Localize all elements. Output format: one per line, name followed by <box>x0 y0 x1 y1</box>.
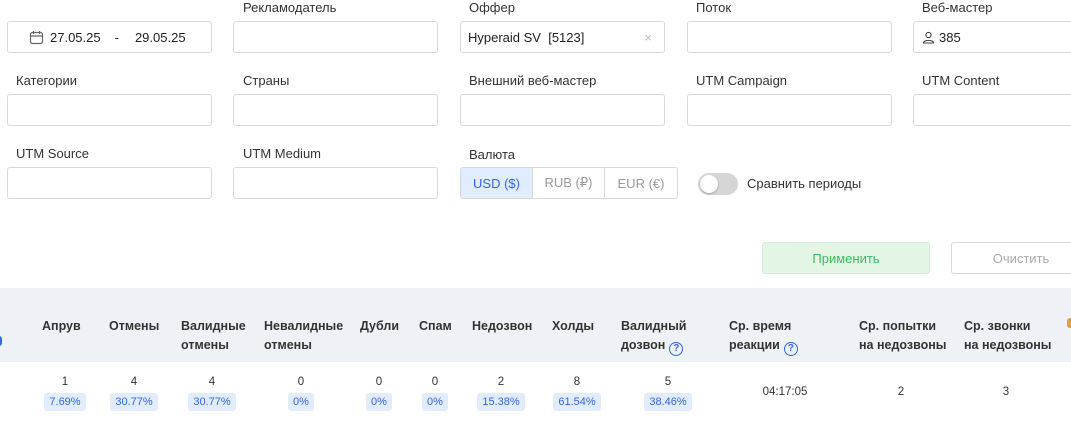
compare-periods-toggle[interactable] <box>698 173 738 195</box>
cell-invalid-cancel: 0 0% <box>271 375 331 411</box>
pct-badge: 0% <box>366 393 392 411</box>
col-approve[interactable]: Апрув <box>42 317 81 336</box>
pct-badge: 0% <box>288 393 314 411</box>
clear-button[interactable]: Очистить <box>951 242 1071 274</box>
col-invalid-cancel[interactable]: Невалидные отмены <box>264 317 343 355</box>
col-avg-calls[interactable]: Ср. звонки на недозвоны <box>964 317 1051 355</box>
offer-clear-icon[interactable]: × <box>644 31 652 44</box>
col-valid-call[interactable]: Валидный дозвон? <box>621 317 686 356</box>
currency-eur[interactable]: EUR (€) <box>605 168 677 198</box>
currency-switch: USD ($) RUB (₽) EUR (€) <box>460 167 678 199</box>
cell-avg-calls: 3 <box>1002 386 1010 398</box>
cell-approve: 1 7.69% <box>35 375 95 411</box>
date-from: 27.05.25 <box>50 29 101 45</box>
cell-valid-call: 5 38.46% <box>638 375 698 411</box>
currency-rub[interactable]: RUB (₽) <box>533 168 605 198</box>
col-no-answer[interactable]: Недозвон <box>472 317 532 336</box>
ext-webmaster-label: Внешний веб-мастер <box>469 73 597 88</box>
col-valid-cancel[interactable]: Валидные отмены <box>181 317 246 355</box>
stream-label: Поток <box>696 0 732 15</box>
help-icon[interactable]: ? <box>669 342 684 356</box>
currency-usd[interactable]: USD ($) <box>461 168 533 198</box>
pct-badge: 61.54% <box>553 393 601 411</box>
pct-badge: 7.69% <box>44 393 86 411</box>
user-icon <box>922 31 935 44</box>
cell-avg-time: 04:17:05 <box>762 386 808 398</box>
utm-source-label: UTM Source <box>16 146 89 161</box>
date-separator: - <box>114 29 119 45</box>
utm-content-label: UTM Content <box>922 73 1000 88</box>
pct-badge: 38.46% <box>644 393 692 411</box>
cell-holds: 8 61.54% <box>547 375 607 411</box>
cell-cancel: 4 30.77% <box>104 375 164 411</box>
calendar-icon <box>29 30 44 45</box>
col-avg-time[interactable]: Ср. время реакции? <box>729 317 798 356</box>
utm-source-input[interactable] <box>7 167 212 199</box>
webmaster-input[interactable]: 385 <box>913 21 1071 53</box>
col-avg-attempts[interactable]: Ср. попытки на недозвоны <box>859 317 946 355</box>
utm-medium-input[interactable] <box>233 167 438 199</box>
offer-label: Оффер <box>469 0 515 15</box>
pct-badge: 30.77% <box>110 393 158 411</box>
pct-badge: 15.38% <box>477 393 525 411</box>
cell-valid-cancel: 4 30.77% <box>182 375 242 411</box>
apply-button[interactable]: Применить <box>762 242 930 274</box>
advertiser-label: Рекламодатель <box>243 0 337 15</box>
offer-select[interactable]: Hyperaid SV [5123] × <box>460 21 665 53</box>
countries-label: Страны <box>243 73 290 88</box>
cell-avg-attempts: 2 <box>897 386 905 398</box>
date-to: 29.05.25 <box>134 29 186 45</box>
advertiser-input[interactable] <box>233 21 438 53</box>
scroll-right-marker <box>1067 318 1071 328</box>
webmaster-value: 385 <box>939 29 961 45</box>
col-spam[interactable]: Спам <box>419 317 452 336</box>
currency-label: Валюта <box>469 147 515 162</box>
col-duplicates[interactable]: Дубли <box>360 317 399 336</box>
ext-webmaster-input[interactable] <box>460 94 665 126</box>
cell-no-answer: 2 15.38% <box>471 375 531 411</box>
pct-badge: 30.77% <box>188 393 236 411</box>
categories-input[interactable] <box>7 94 212 126</box>
compare-periods-label: Сравнить периоды <box>747 176 862 191</box>
cell-spam: 0 0% <box>405 375 465 411</box>
cell-duplicates: 0 0% <box>349 375 409 411</box>
categories-label: Категории <box>16 73 77 88</box>
date-range-picker[interactable]: 27.05.25 - 29.05.25 <box>7 21 212 53</box>
utm-medium-label: UTM Medium <box>243 146 322 161</box>
utm-campaign-label: UTM Campaign <box>696 73 788 88</box>
help-icon[interactable]: ? <box>783 342 798 356</box>
webmaster-label: Веб-мастер <box>922 0 993 15</box>
utm-campaign-input[interactable] <box>687 94 892 126</box>
offer-value: Hyperaid SV [5123] <box>468 29 585 45</box>
utm-content-input[interactable] <box>913 94 1071 126</box>
stream-input[interactable] <box>687 21 892 53</box>
pct-badge: 0% <box>422 393 448 411</box>
countries-input[interactable] <box>233 94 438 126</box>
col-cancel[interactable]: Отмены <box>109 317 159 336</box>
toggle-knob <box>700 175 718 193</box>
col-holds[interactable]: Холды <box>552 317 594 336</box>
